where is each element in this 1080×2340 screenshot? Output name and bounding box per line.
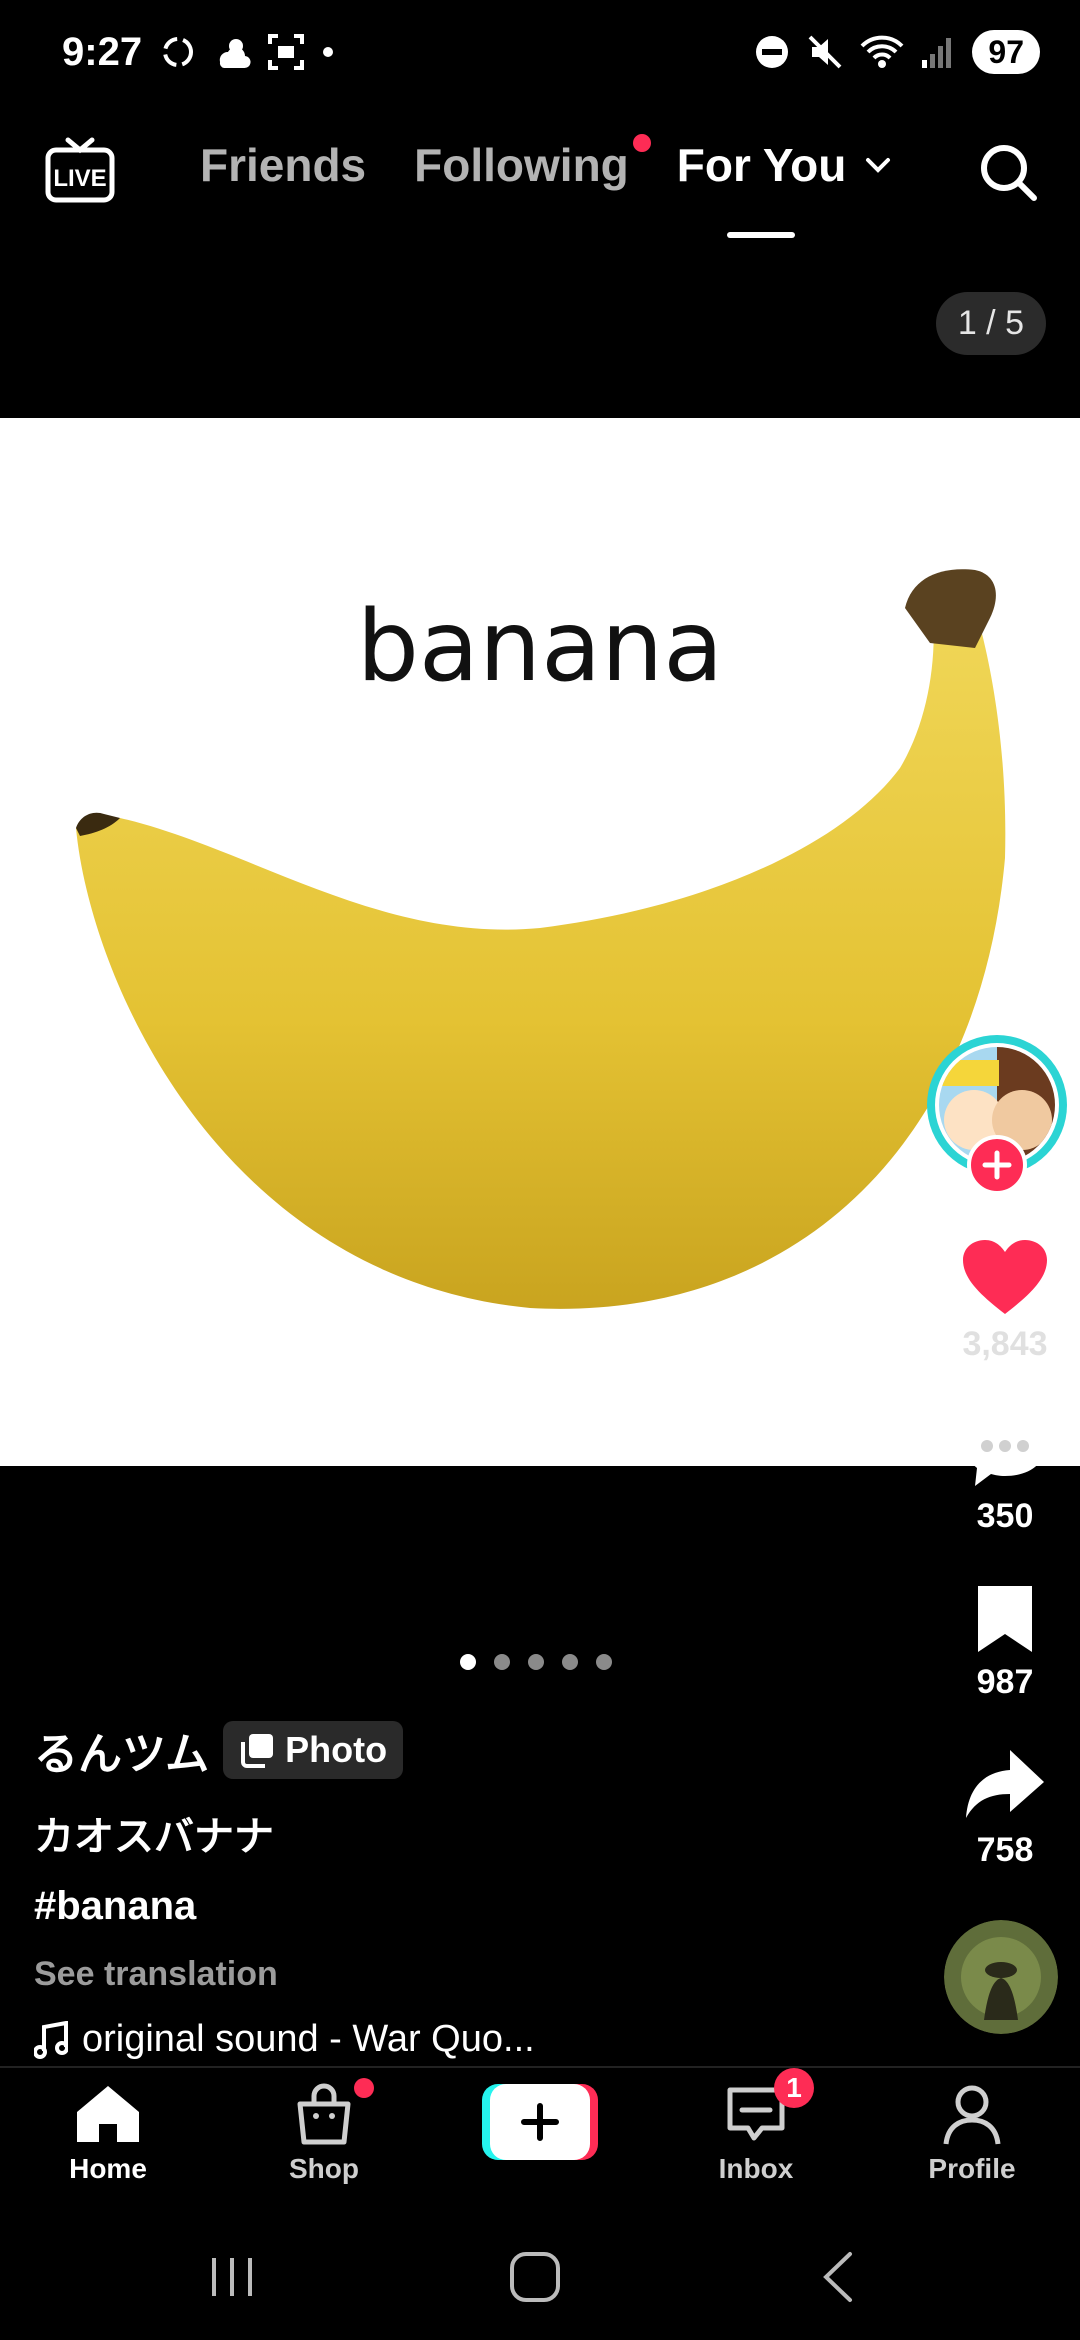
system-nav-bar (0, 2230, 1080, 2340)
comment-button[interactable]: 350 (940, 1410, 1070, 1536)
comment-count: 350 (976, 1497, 1034, 1535)
tab-friends[interactable]: Friends (200, 138, 366, 192)
caption-title: カオスバナナ (34, 1815, 274, 1859)
nav-profile-label: Profile (928, 2153, 1016, 2184)
live-label: LIVE (53, 165, 106, 192)
share-count: 758 (976, 1831, 1034, 1869)
sound-name: original sound - War Quo... (82, 2018, 535, 2060)
tab-for-you-label: For You (676, 139, 847, 191)
photo-text: banana (357, 590, 724, 704)
caption-hashtag[interactable]: #banana (34, 1884, 894, 1929)
share-button[interactable]: 758 (940, 1746, 1070, 1870)
like-count: 3,843 (962, 1325, 1048, 1363)
author-name[interactable]: るんツム (34, 1718, 209, 1782)
search-icon[interactable] (976, 140, 1040, 204)
nav-profile[interactable]: Profile (892, 2082, 1052, 2185)
sync-icon (163, 37, 193, 67)
carousel-dot (494, 1654, 510, 1670)
weather-icon (219, 39, 251, 69)
battery-indicator: 97 (972, 30, 1040, 74)
music-disc-icon (944, 1920, 1058, 2034)
nav-inbox[interactable]: 1 Inbox (676, 2068, 836, 2185)
live-icon[interactable]: LIVE (44, 134, 116, 206)
mute-icon (808, 35, 842, 69)
status-time: 9:27 (62, 30, 143, 74)
status-icons-left (158, 32, 336, 72)
following-new-dot (632, 134, 651, 152)
sound-link[interactable]: original sound - War Quo... (34, 2018, 894, 2061)
feed-tabs: Friends Following For You (200, 134, 893, 238)
photo-badge: Photo (223, 1721, 404, 1779)
post-photo[interactable]: banana (0, 418, 1080, 1466)
signal-icon (922, 38, 952, 68)
tab-following[interactable]: Following (414, 134, 651, 192)
save-button[interactable]: 987 (940, 1582, 1070, 1702)
nav-home[interactable]: Home (28, 2082, 188, 2185)
recents-icon[interactable] (206, 2252, 258, 2302)
save-count: 987 (976, 1663, 1034, 1701)
comment-icon (965, 1414, 1045, 1486)
nav-shop[interactable]: Shop (244, 2078, 404, 2185)
create-button[interactable] (482, 2084, 598, 2160)
bottom-nav: Home Shop 1 Inbox Profile (0, 2066, 1080, 2208)
banana-image: banana (76, 569, 1006, 1309)
carousel-dot (460, 1654, 476, 1670)
dnd-icon (756, 36, 789, 68)
chevron-down-icon (866, 158, 891, 173)
tab-friends-label: Friends (200, 139, 367, 191)
home-icon (77, 2086, 139, 2142)
tab-following-label: Following (414, 139, 629, 191)
carousel-dot (528, 1654, 544, 1670)
shop-icon (297, 2083, 351, 2145)
tab-for-you[interactable]: For You (676, 138, 893, 238)
shop-notification-dot (354, 2078, 374, 2098)
see-translation-link[interactable]: See translation (34, 1955, 894, 1994)
like-button[interactable]: 3,843 (940, 1238, 1070, 1364)
post-caption: るんツム Photo カオスバナナ #banana See translatio… (34, 1718, 894, 2061)
nav-inbox-label: Inbox (718, 2153, 794, 2184)
nav-home-label: Home (69, 2153, 147, 2184)
photo-stack-icon (241, 1734, 274, 1768)
screenshot-icon (268, 34, 304, 70)
bookmark-icon (978, 1586, 1032, 1652)
photo-badge-label: Photo (285, 1729, 388, 1770)
sound-disc[interactable] (944, 1920, 1058, 2034)
inbox-badge: 1 (774, 2068, 814, 2108)
home-system-icon[interactable] (508, 2250, 562, 2304)
creator-avatar[interactable] (922, 1030, 1072, 1230)
carousel-dots (460, 1654, 612, 1670)
back-icon[interactable] (818, 2250, 858, 2304)
music-note-icon (34, 2020, 68, 2059)
avatar-icon (927, 1035, 1067, 1195)
carousel-dot (596, 1654, 612, 1670)
carousel-dot (562, 1654, 578, 1670)
notification-dot-icon (323, 47, 333, 57)
active-tab-underline (726, 232, 795, 238)
wifi-icon (860, 35, 904, 68)
profile-icon (943, 2085, 1001, 2145)
photo-page-counter: 1 / 5 (935, 292, 1046, 355)
heart-icon (963, 1240, 1047, 1314)
nav-shop-label: Shop (289, 2153, 359, 2184)
status-icons-right: 97 (754, 30, 1040, 74)
share-icon (966, 1750, 1044, 1818)
